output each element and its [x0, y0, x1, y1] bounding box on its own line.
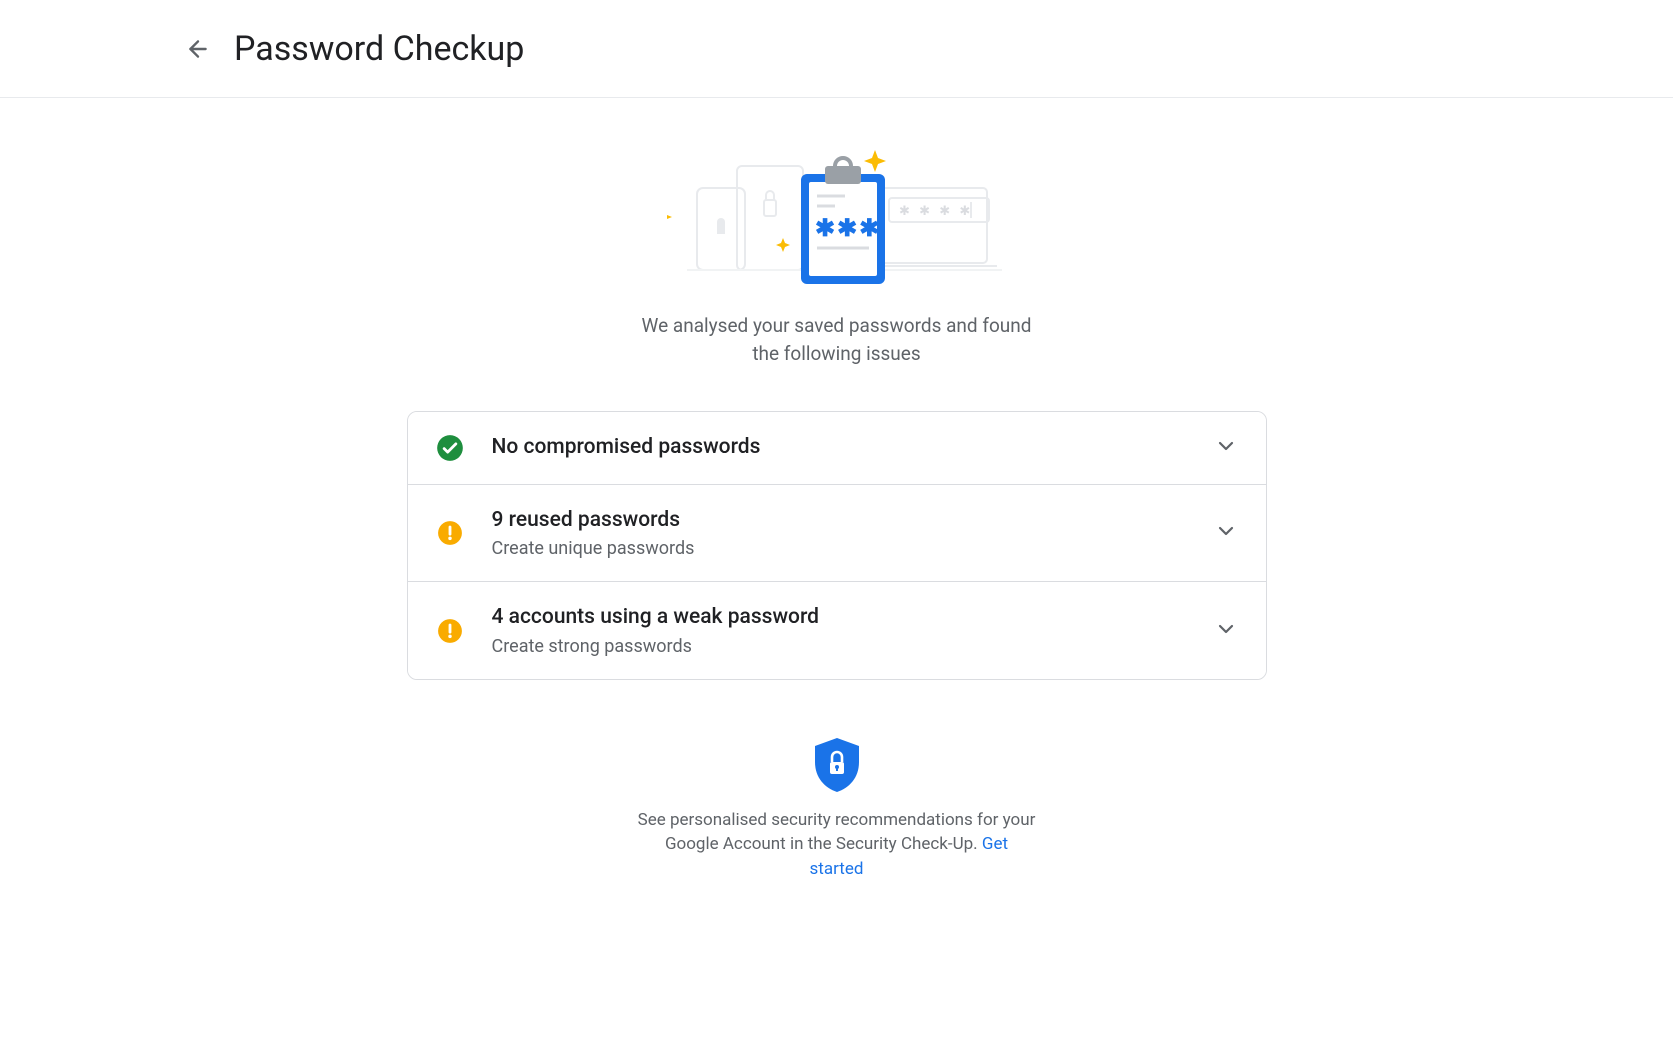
footer-text-body: See personalised security recommendation… — [638, 810, 1036, 855]
row-reused[interactable]: 9 reused passwords Create unique passwor… — [408, 484, 1266, 581]
results-list: No compromised passwords 9 reused passwo… — [407, 411, 1267, 680]
main-content: ✱ ✱ ✱ ✱ ✱✱✱ We analysed your saved passw… — [407, 98, 1267, 962]
row-title: No compromised passwords — [492, 434, 1214, 461]
row-title: 4 accounts using a weak password — [492, 604, 1214, 631]
clipboard-illustration: ✱ ✱ ✱ ✱ ✱✱✱ — [667, 138, 1007, 288]
warning-circle-icon — [436, 617, 464, 645]
header: Password Checkup — [0, 0, 1673, 98]
warning-circle-icon — [436, 519, 464, 547]
page-title: Password Checkup — [234, 29, 524, 69]
row-compromised[interactable]: No compromised passwords — [408, 412, 1266, 484]
shield-lock-icon — [811, 736, 863, 794]
chevron-down-icon — [1214, 519, 1238, 547]
svg-text:✱ ✱ ✱ ✱: ✱ ✱ ✱ ✱ — [899, 204, 973, 219]
check-circle-icon — [436, 434, 464, 462]
row-title: 9 reused passwords — [492, 507, 1214, 534]
chevron-down-icon — [1214, 617, 1238, 645]
svg-text:✱✱✱: ✱✱✱ — [815, 214, 881, 242]
row-subtitle: Create unique passwords — [492, 538, 1214, 559]
footer-text: See personalised security recommendation… — [637, 808, 1037, 882]
arrow-left-icon — [185, 36, 211, 62]
hero-section: ✱ ✱ ✱ ✱ ✱✱✱ We analysed your saved passw… — [407, 138, 1267, 367]
security-checkup-promo: See personalised security recommendation… — [407, 736, 1267, 962]
row-weak[interactable]: 4 accounts using a weak password Create … — [408, 581, 1266, 678]
row-subtitle: Create strong passwords — [492, 636, 1214, 657]
chevron-down-icon — [1214, 434, 1238, 462]
back-button[interactable] — [174, 25, 222, 73]
hero-text: We analysed your saved passwords and fou… — [627, 312, 1047, 367]
